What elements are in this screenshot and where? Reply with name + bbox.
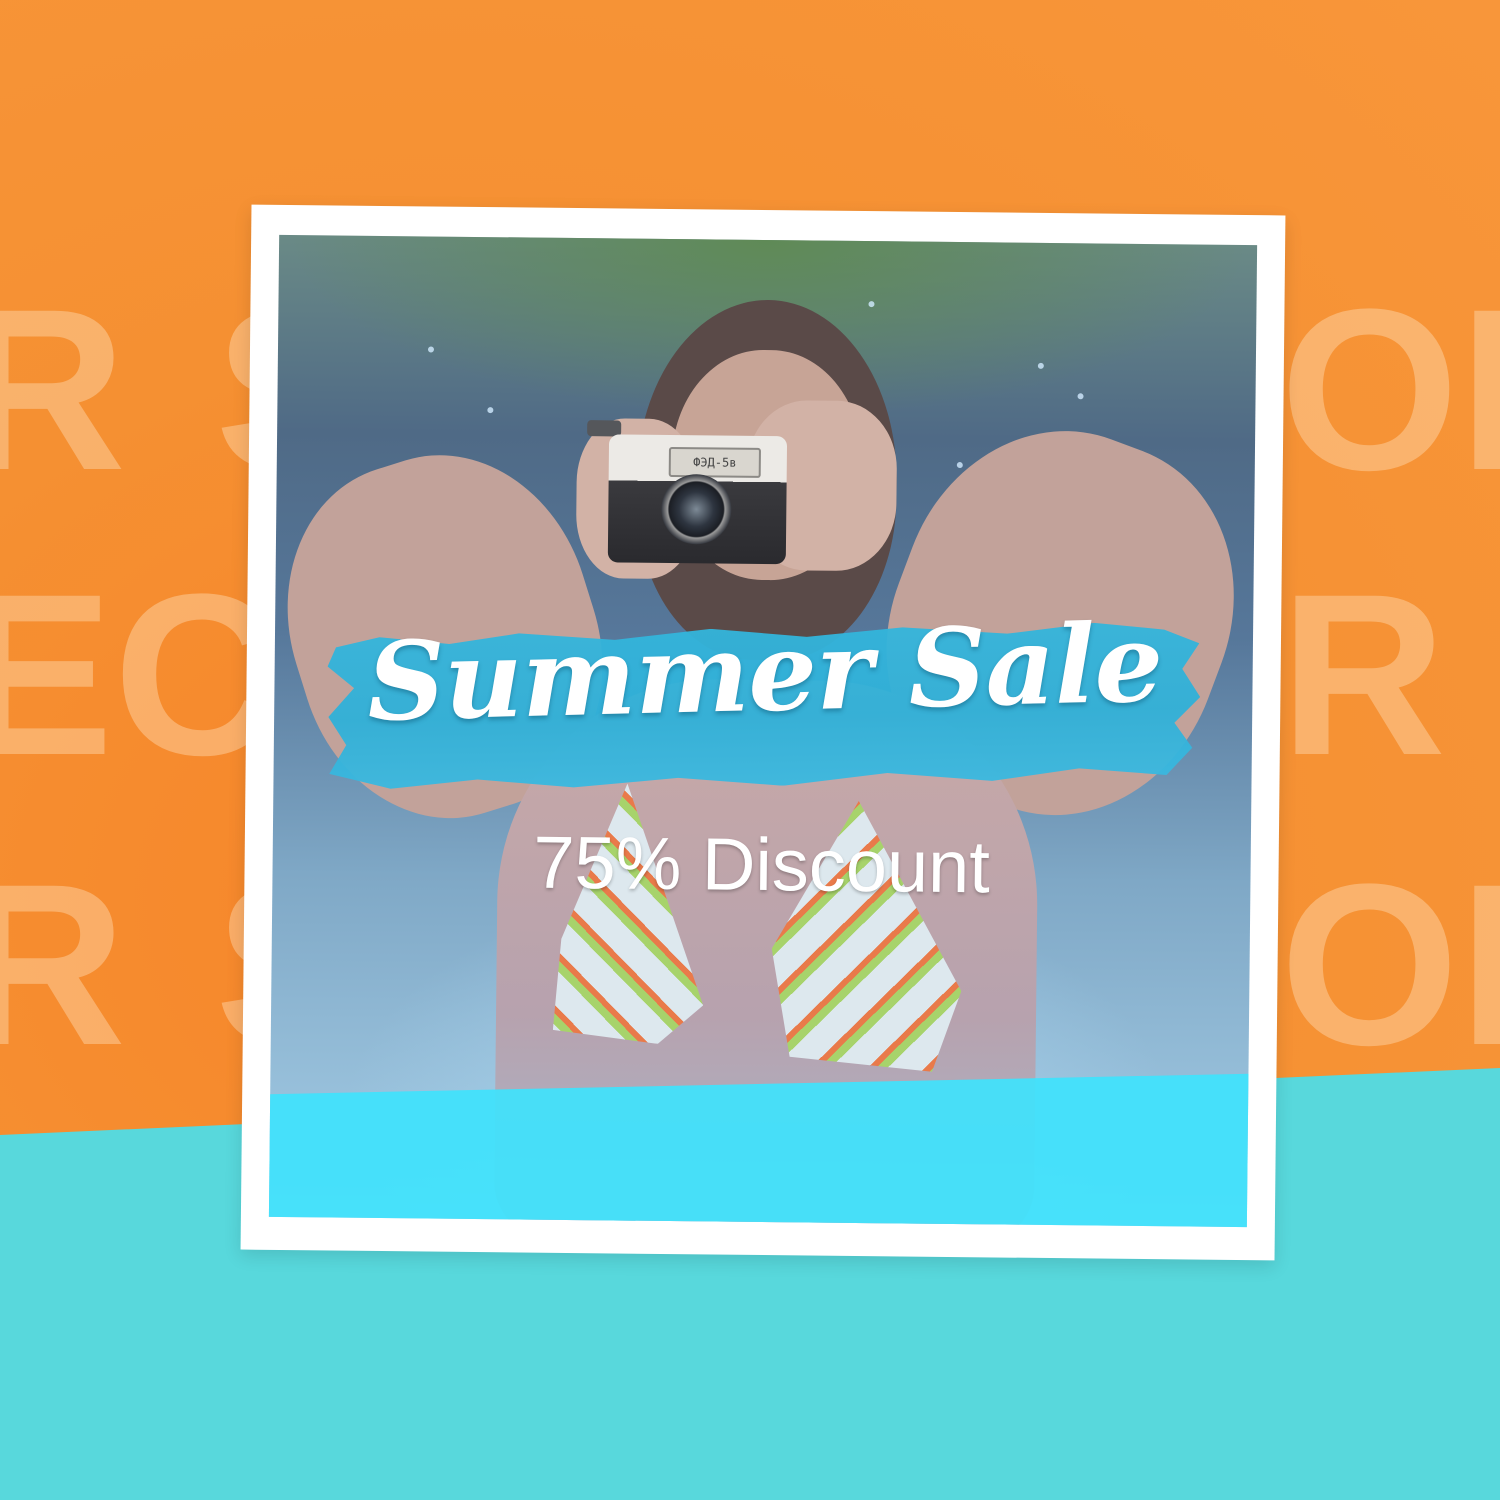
bokeh-dot [1077, 393, 1084, 400]
discount-text: 75% Discount [532, 820, 991, 909]
cyan-overlay [268, 1071, 1258, 1228]
bokeh-dot [487, 407, 494, 414]
background-letter: EC [0, 546, 280, 803]
background-letter: R [0, 836, 127, 1093]
background-letter: OF [1280, 261, 1500, 518]
summer-sale-poster: R S OF EC R R S OF [0, 0, 1500, 1500]
background-letter: R [0, 261, 127, 518]
woman-with-camera-photo: ФЭД-5в Summer Sale 75% Discount [268, 234, 1258, 1228]
camera-label: ФЭД-5в [668, 446, 761, 478]
bokeh-dot [868, 301, 875, 308]
background-letter: R [1280, 546, 1447, 803]
headline-summer-sale: Summer Sale [365, 600, 1164, 746]
background-letter: OF [1280, 836, 1500, 1093]
bokeh-dot [1037, 362, 1044, 369]
bokeh-dot [956, 462, 963, 469]
bokeh-dot [427, 346, 435, 353]
photo-frame: ФЭД-5в Summer Sale 75% Discount [240, 204, 1286, 1261]
camera-lens-icon [660, 473, 732, 545]
